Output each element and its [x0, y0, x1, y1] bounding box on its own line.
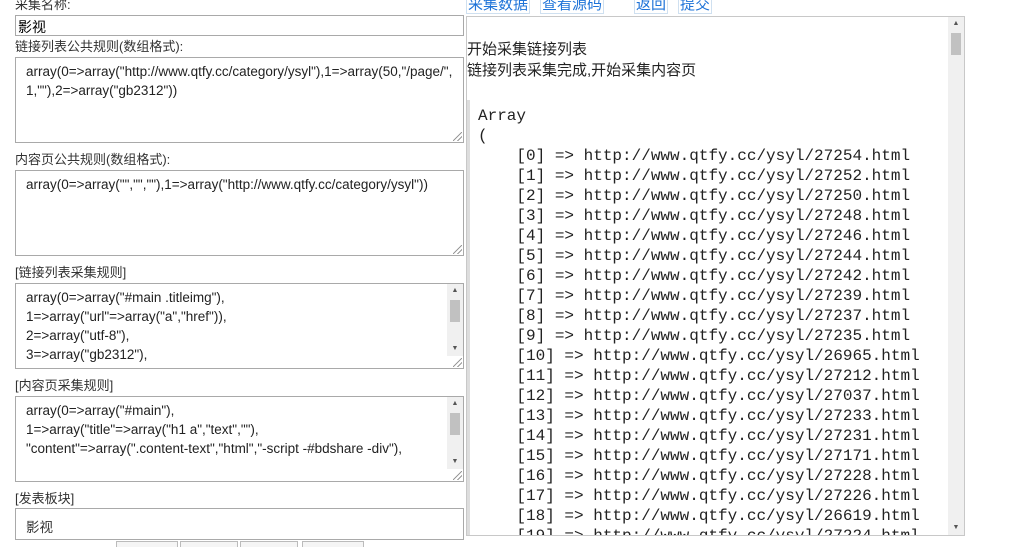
board-input-value: 影视 — [26, 520, 53, 535]
status-line-done: 链接列表采集完成,开始采集内容页 — [467, 62, 697, 79]
rule-form: 采集名称: 影视 链接列表公共规则(数组格式): array(0=>array(… — [0, 0, 466, 546]
resize-grip-icon[interactable] — [453, 471, 462, 480]
scroll-up-arrow-icon[interactable]: ▲ — [948, 17, 964, 31]
taskbar-tab[interactable] — [180, 541, 238, 547]
taskbar-tab[interactable] — [116, 541, 178, 547]
scrollbar-thumb[interactable] — [951, 33, 961, 55]
content-collect-text: array(0=>array("#main"), 1=>array("title… — [26, 403, 402, 456]
content-rule-text: array(0=>array("","",""),1=>array("http:… — [26, 177, 428, 192]
name-input[interactable]: 影视 — [15, 15, 464, 36]
content-collect-label: [内容页采集规则] — [15, 378, 114, 393]
list-collect-scrollbar[interactable]: ▲ ▼ — [447, 284, 463, 356]
name-label: 采集名称: — [15, 0, 71, 12]
list-rule-text: array(0=>array("http://www.qtfy.cc/categ… — [26, 64, 453, 98]
scroll-up-arrow-icon[interactable]: ▲ — [447, 397, 463, 411]
content-rule-label: 内容页公共规则(数组格式): — [15, 152, 171, 167]
board-input[interactable]: 影视 — [15, 508, 464, 540]
resize-grip-icon[interactable] — [453, 358, 462, 367]
scroll-up-arrow-icon[interactable]: ▲ — [447, 284, 463, 298]
collect-data-link[interactable]: 采集数据 — [466, 0, 531, 14]
status-line-start: 开始采集链接列表 — [467, 41, 588, 58]
scrollbar-thumb[interactable] — [450, 413, 460, 435]
list-rule-textarea[interactable]: array(0=>array("http://www.qtfy.cc/categ… — [15, 57, 464, 143]
back-link[interactable]: 返回 — [634, 0, 669, 14]
list-collect-textarea[interactable]: array(0=>array("#main .titleimg"), 1=>ar… — [15, 283, 464, 369]
scroll-down-arrow-icon[interactable]: ▼ — [447, 342, 463, 356]
array-output-text: Array ( [0] => http://www.qtfy.cc/ysyl/2… — [478, 107, 920, 536]
content-collect-scrollbar[interactable]: ▲ ▼ — [447, 397, 463, 469]
list-rule-label: 链接列表公共规则(数组格式): — [15, 39, 184, 54]
list-collect-text: array(0=>array("#main .titleimg"), 1=>ar… — [26, 290, 227, 362]
output-panel: 开始采集链接列表 链接列表采集完成,开始采集内容页 Array ( [0] =>… — [466, 16, 965, 536]
scroll-down-arrow-icon[interactable]: ▼ — [948, 521, 964, 535]
taskbar-tab[interactable] — [240, 541, 298, 547]
list-collect-label: [链接列表采集规则] — [15, 265, 127, 280]
submit-link[interactable]: 提交 — [678, 0, 713, 14]
scroll-down-arrow-icon[interactable]: ▼ — [447, 455, 463, 469]
view-source-link[interactable]: 查看源码 — [540, 0, 605, 14]
board-label: [发表板块] — [15, 491, 75, 506]
resize-grip-icon[interactable] — [453, 245, 462, 254]
scrollbar-thumb[interactable] — [450, 300, 460, 322]
resize-grip-icon[interactable] — [453, 132, 462, 141]
content-collect-textarea[interactable]: array(0=>array("#main"), 1=>array("title… — [15, 396, 464, 482]
array-output: Array ( [0] => http://www.qtfy.cc/ysyl/2… — [467, 100, 949, 536]
content-rule-textarea[interactable]: array(0=>array("","",""),1=>array("http:… — [15, 170, 464, 256]
taskbar-tab[interactable] — [302, 541, 364, 547]
output-scrollbar[interactable]: ▲ ▼ — [948, 17, 964, 535]
